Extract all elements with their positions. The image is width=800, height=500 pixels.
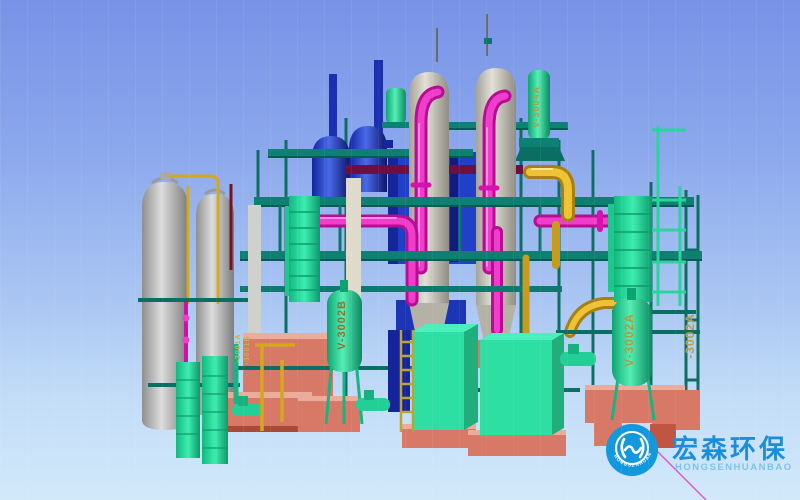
plate-exchangers-bottom-left xyxy=(176,356,228,464)
plant-3d-render: V-3004A xyxy=(0,0,800,500)
label-e3002a: -3002A xyxy=(683,313,697,358)
label-p3001a: -3001A xyxy=(235,334,242,363)
blue-vessels xyxy=(306,60,393,198)
label-p3001b: -3001B xyxy=(244,336,251,365)
plate-exchanger-left xyxy=(285,196,320,302)
label-v3002b: V-3002B xyxy=(336,300,348,350)
brand-name-cn: 宏森环保 xyxy=(672,434,788,464)
brand-name-en: HONGSENHUANBAO xyxy=(675,462,793,473)
ivory-column xyxy=(346,178,361,300)
green-box-tanks xyxy=(412,324,564,435)
label-v3002a: V-3002A xyxy=(622,313,636,367)
label-v3004a: V-3004A xyxy=(531,86,541,128)
plate-exchanger-right xyxy=(608,126,686,306)
vessel-v3004a: V-3004A xyxy=(515,70,565,161)
model-viewport[interactable]: V-3004A xyxy=(0,0,800,500)
green-drum-small xyxy=(382,88,410,128)
